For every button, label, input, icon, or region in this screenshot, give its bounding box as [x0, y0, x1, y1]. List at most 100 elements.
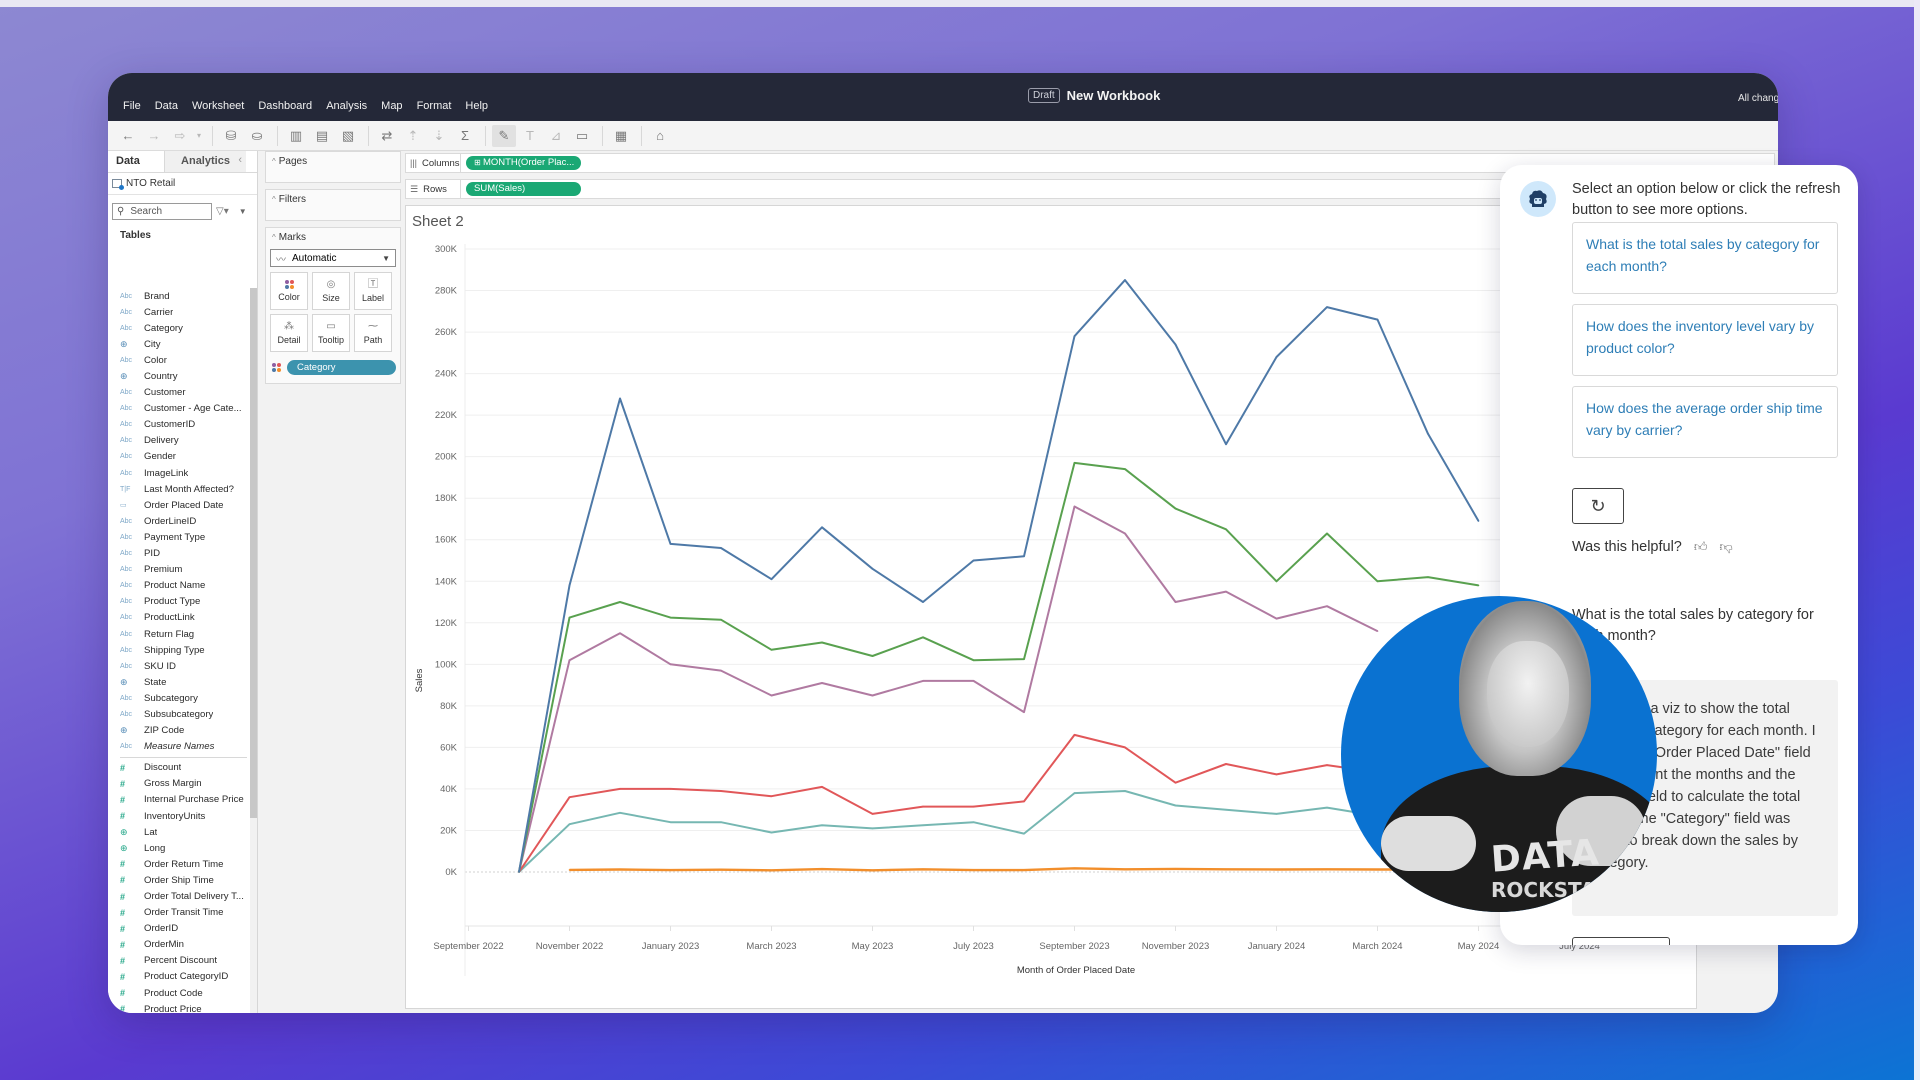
field-item[interactable]: Abc Customer — [108, 385, 251, 401]
menu-dashboard[interactable]: Dashboard — [251, 100, 319, 112]
field-item[interactable]: # Order Return Time — [108, 856, 251, 872]
menu-file[interactable]: File — [116, 100, 148, 112]
sort-descending-icon[interactable]: ⇣ — [427, 125, 451, 147]
color-button[interactable]: Color — [270, 272, 308, 310]
field-item[interactable]: # Order Ship Time — [108, 872, 251, 888]
sum-sales-pill[interactable]: SUM(Sales) — [466, 182, 581, 196]
tab-analytics[interactable]: Analytics ‹ — [164, 151, 246, 172]
new-worksheet-icon[interactable]: ▥ — [284, 125, 308, 147]
menu-map[interactable]: Map — [374, 100, 409, 112]
field-item[interactable]: # Discount — [108, 760, 251, 776]
suggestion-button[interactable]: How does the average order ship time var… — [1572, 386, 1838, 458]
menu-analysis[interactable]: Analysis — [319, 100, 374, 112]
field-item[interactable]: Abc Gender — [108, 449, 251, 465]
pause-updates-icon[interactable]: ⛀ — [245, 125, 269, 147]
labels-icon[interactable]: T — [518, 125, 542, 147]
menu-data[interactable]: Data — [148, 100, 185, 112]
refresh-button[interactable]: ↻ — [1572, 488, 1624, 524]
action-button[interactable] — [1572, 937, 1670, 945]
field-item[interactable]: Abc SKU ID — [108, 658, 251, 674]
field-item[interactable]: # OrderID — [108, 921, 251, 937]
replay-icon[interactable]: ⇨ — [168, 125, 192, 147]
field-item[interactable]: # Product Code — [108, 985, 251, 1001]
menu-help[interactable]: Help — [458, 100, 495, 112]
collapse-icon[interactable]: ^ — [272, 157, 276, 166]
field-item[interactable]: Abc Return Flag — [108, 626, 251, 642]
thumbs-up-icon[interactable]: 👍︎ — [1694, 539, 1708, 555]
field-item[interactable]: # Product Price — [108, 1001, 251, 1013]
new-datasource-icon[interactable]: ⛁ — [219, 125, 243, 147]
scroll-thumb[interactable] — [250, 288, 257, 818]
clear-sheet-icon[interactable]: ▧ — [336, 125, 360, 147]
field-item[interactable]: Abc Product Name — [108, 578, 251, 594]
size-button[interactable]: ◎ Size — [312, 272, 350, 310]
show-me-icon[interactable]: ▦ — [609, 125, 633, 147]
field-item[interactable]: Abc Product Type — [108, 594, 251, 610]
field-item[interactable]: # Internal Purchase Price — [108, 792, 251, 808]
field-item[interactable]: ⊕ ZIP Code — [108, 723, 251, 739]
field-item[interactable]: Abc Category — [108, 320, 251, 336]
field-item[interactable]: ⊕ State — [108, 674, 251, 690]
filters-card[interactable]: ^ Filters — [265, 189, 401, 221]
sort-ascending-icon[interactable]: ⇡ — [401, 125, 425, 147]
pages-card[interactable]: ^ Pages — [265, 151, 401, 183]
path-button[interactable]: ⁓ Path — [354, 314, 392, 352]
field-item[interactable]: ▭ Order Placed Date — [108, 497, 251, 513]
field-item[interactable]: ⊕ Country — [108, 368, 251, 384]
tooltip-icon[interactable]: ⌂ — [648, 125, 672, 147]
field-item[interactable]: Abc ImageLink — [108, 465, 251, 481]
field-item[interactable]: ⊕ Lat — [108, 824, 251, 840]
field-item[interactable]: # InventoryUnits — [108, 808, 251, 824]
dropdown-icon[interactable]: ▾ — [194, 125, 204, 147]
field-list-scrollbar[interactable] — [250, 288, 257, 1013]
field-item[interactable]: Abc Customer - Age Cate... — [108, 401, 251, 417]
field-item[interactable]: Abc Measure Names — [108, 739, 251, 755]
fix-axes-icon[interactable]: ⊿ — [544, 125, 568, 147]
field-item[interactable]: Abc Brand — [108, 288, 251, 304]
field-item[interactable]: Abc Subsubcategory — [108, 706, 251, 722]
highlight-icon[interactable]: ✎ — [492, 124, 516, 147]
field-item[interactable]: Abc OrderLineID — [108, 513, 251, 529]
field-item[interactable]: # Product CategoryID — [108, 969, 251, 985]
collapse-icon[interactable]: ^ — [272, 233, 276, 242]
suggestion-button[interactable]: How does the inventory level vary by pro… — [1572, 304, 1838, 376]
label-button[interactable]: 🅃 Label — [354, 272, 392, 310]
field-item[interactable]: Abc Payment Type — [108, 529, 251, 545]
field-search-input[interactable]: ⚲ Search — [112, 203, 212, 220]
field-item[interactable]: T|F Last Month Affected? — [108, 481, 251, 497]
detail-button[interactable]: ⁂ Detail — [270, 314, 308, 352]
datasource-item[interactable]: NTO Retail — [108, 173, 257, 195]
field-item[interactable]: ⊕ Long — [108, 840, 251, 856]
swap-icon[interactable]: ⇄ — [375, 125, 399, 147]
collapse-pane-icon[interactable]: ‹ — [238, 154, 242, 166]
field-item[interactable]: Abc Subcategory — [108, 690, 251, 706]
filter-icon[interactable]: ▽▾ — [216, 206, 229, 217]
menu-format[interactable]: Format — [410, 100, 459, 112]
field-item[interactable]: Abc Color — [108, 352, 251, 368]
mark-type-select[interactable]: 〰 Automatic ▼ — [270, 249, 396, 267]
tooltip-button[interactable]: ▭ Tooltip — [312, 314, 350, 352]
field-item[interactable]: # Order Total Delivery T... — [108, 888, 251, 904]
workbook-name[interactable]: New Workbook — [1067, 88, 1161, 103]
menu-worksheet[interactable]: Worksheet — [185, 100, 251, 112]
collapse-icon[interactable]: ^ — [272, 195, 276, 204]
field-item[interactable]: Abc Premium — [108, 562, 251, 578]
field-item[interactable]: Abc Carrier — [108, 304, 251, 320]
category-pill[interactable]: Category — [287, 360, 396, 375]
expand-icon[interactable]: ⊞ — [474, 158, 483, 167]
fit-icon[interactable]: ▭ — [570, 125, 594, 147]
totals-icon[interactable]: Σ — [453, 125, 477, 147]
field-item[interactable]: # Gross Margin — [108, 776, 251, 792]
field-item[interactable]: # OrderMin — [108, 937, 251, 953]
pane-menu-icon[interactable]: ▼ — [239, 207, 247, 216]
field-item[interactable]: # Order Transit Time — [108, 905, 251, 921]
field-item[interactable]: # Percent Discount — [108, 953, 251, 969]
undo-icon[interactable]: ← — [116, 125, 140, 147]
month-order-date-pill[interactable]: ⊞ MONTH(Order Plac... — [466, 156, 581, 170]
field-item[interactable]: Abc ProductLink — [108, 610, 251, 626]
field-item[interactable]: ⊕ City — [108, 336, 251, 352]
field-item[interactable]: Abc Delivery — [108, 433, 251, 449]
field-item[interactable]: Abc PID — [108, 546, 251, 562]
suggestion-button[interactable]: What is the total sales by category for … — [1572, 222, 1838, 294]
field-item[interactable]: Abc CustomerID — [108, 417, 251, 433]
